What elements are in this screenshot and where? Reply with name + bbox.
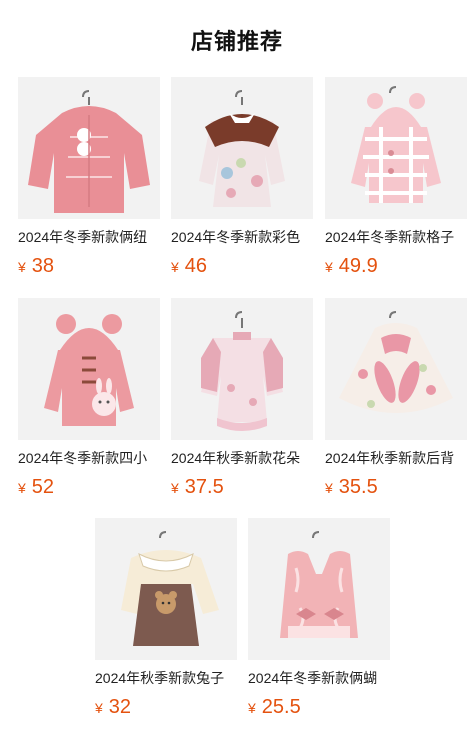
currency-symbol: ¥ bbox=[171, 259, 179, 275]
price-value: 37.5 bbox=[184, 476, 224, 498]
product-price: ¥52 bbox=[18, 476, 160, 500]
price-value: 52 bbox=[31, 476, 55, 498]
price-value: 38 bbox=[31, 255, 55, 277]
price-value: 49.9 bbox=[338, 255, 378, 277]
page-title: 店铺推荐 bbox=[190, 29, 283, 54]
currency-symbol: ¥ bbox=[18, 480, 26, 496]
product-card[interactable]: 2024年秋季新款花朵 ¥37.5 bbox=[171, 298, 313, 500]
product-card[interactable]: 2024年冬季新款四小 ¥52 bbox=[18, 298, 160, 500]
price-value: 35.5 bbox=[338, 476, 378, 498]
price-value: 32 bbox=[108, 696, 132, 718]
currency-symbol: ¥ bbox=[95, 700, 103, 716]
product-price: ¥32 bbox=[95, 696, 237, 720]
currency-symbol: ¥ bbox=[325, 480, 333, 496]
product-image[interactable] bbox=[171, 77, 313, 219]
product-name[interactable]: 2024年冬季新款四小 bbox=[18, 450, 160, 466]
product-price: ¥38 bbox=[18, 255, 160, 279]
product-card[interactable]: 2024年冬季新款彩色 ¥46 bbox=[171, 77, 313, 279]
product-name[interactable]: 2024年冬季新款俩蝴 bbox=[248, 670, 390, 686]
product-price: ¥46 bbox=[171, 255, 313, 279]
product-image[interactable] bbox=[18, 77, 160, 219]
currency-symbol: ¥ bbox=[171, 480, 179, 496]
product-image[interactable] bbox=[18, 298, 160, 440]
product-card[interactable]: 2024年秋季新款兔子 ¥32 bbox=[95, 518, 237, 720]
currency-symbol: ¥ bbox=[325, 259, 333, 275]
product-card[interactable]: 2024年秋季新款后背 ¥35.5 bbox=[325, 298, 467, 500]
product-card[interactable]: 2024年冬季新款俩蝴 ¥25.5 bbox=[248, 518, 390, 720]
product-price: ¥49.9 bbox=[325, 255, 467, 279]
currency-symbol: ¥ bbox=[18, 259, 26, 275]
price-value: 46 bbox=[184, 255, 208, 277]
product-name[interactable]: 2024年秋季新款后背 bbox=[325, 450, 467, 466]
product-name[interactable]: 2024年冬季新款格子 bbox=[325, 229, 467, 245]
product-price: ¥37.5 bbox=[171, 476, 313, 500]
product-image[interactable] bbox=[95, 518, 237, 660]
product-image[interactable] bbox=[325, 77, 467, 219]
product-card[interactable]: 2024年冬季新款俩纽 ¥38 bbox=[18, 77, 160, 279]
product-image[interactable] bbox=[171, 298, 313, 440]
product-price: ¥35.5 bbox=[325, 476, 467, 500]
product-price: ¥25.5 bbox=[248, 696, 390, 720]
product-image[interactable] bbox=[325, 298, 467, 440]
price-value: 25.5 bbox=[261, 696, 301, 718]
product-name[interactable]: 2024年秋季新款兔子 bbox=[95, 670, 237, 686]
product-name[interactable]: 2024年冬季新款俩纽 bbox=[18, 229, 160, 245]
product-card[interactable]: 2024年冬季新款格子 ¥49.9 bbox=[325, 77, 467, 279]
product-name[interactable]: 2024年秋季新款花朵 bbox=[171, 450, 313, 466]
product-image[interactable] bbox=[248, 518, 390, 660]
currency-symbol: ¥ bbox=[248, 700, 256, 716]
product-name[interactable]: 2024年冬季新款彩色 bbox=[171, 229, 313, 245]
